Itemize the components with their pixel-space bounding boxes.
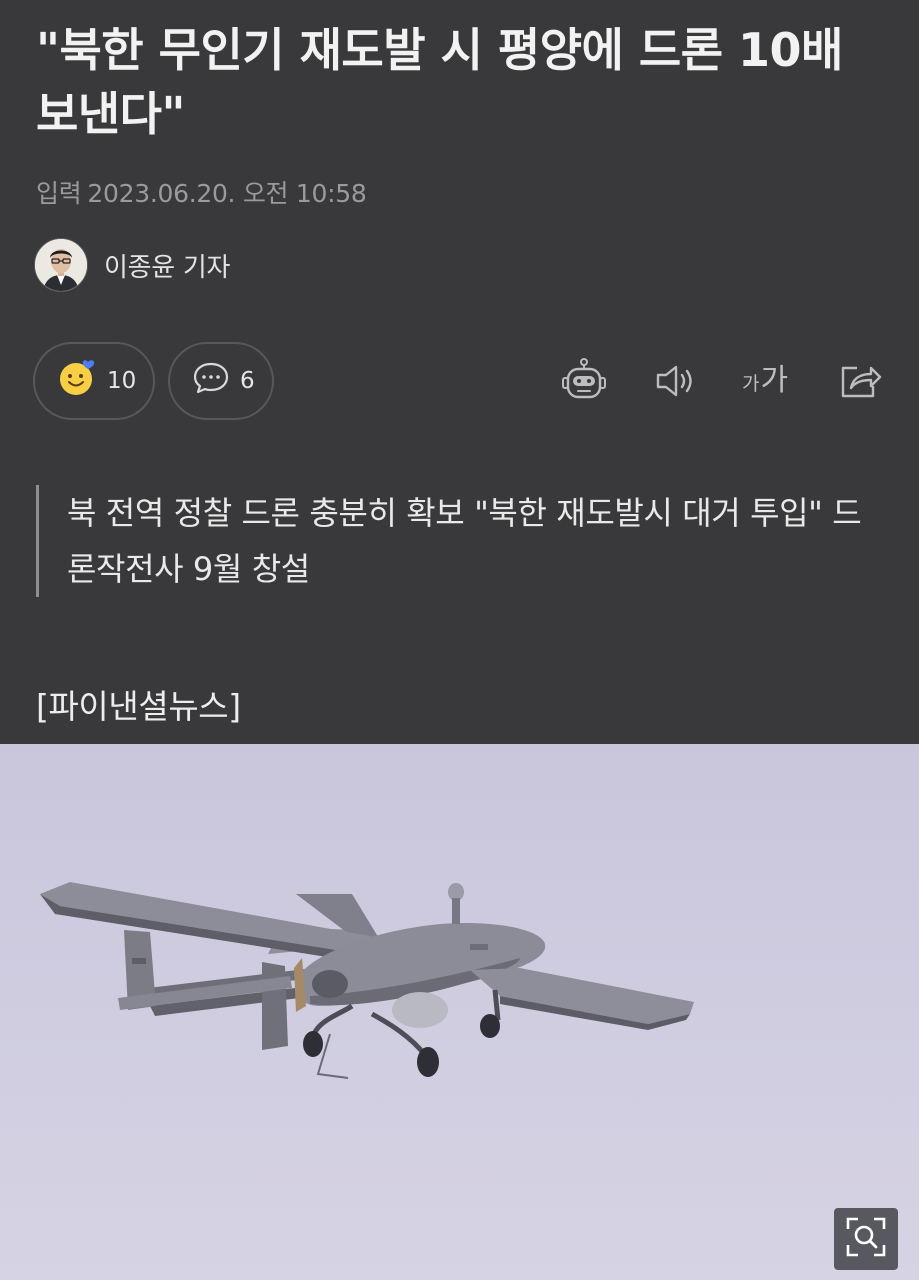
author-name[interactable]: 이종윤 기자 — [104, 247, 230, 284]
author-row[interactable]: 이종윤 기자 — [34, 238, 230, 292]
publish-date: 2023.06.20. 오전 10:58 — [87, 179, 367, 208]
speaker-icon[interactable] — [648, 352, 702, 410]
author-avatar[interactable] — [34, 238, 88, 292]
speech-bubble-icon — [192, 360, 230, 402]
publish-date-row: 입력 2023.06.20. 오전 10:58 — [36, 174, 367, 210]
reaction-button[interactable]: 10 — [33, 342, 155, 420]
news-source: [파이낸셜뉴스] — [36, 687, 241, 726]
font-size-large-label: 가 — [760, 363, 789, 398]
article-page: "북한 무인기 재도발 시 평양에 드론 10배 보낸다" 입력 2023.06.… — [0, 0, 919, 1280]
article-photo[interactable] — [0, 744, 919, 1280]
share-icon[interactable] — [833, 352, 887, 410]
publish-date-label: 입력 — [36, 179, 82, 208]
font-size-icon[interactable]: 가가 — [738, 352, 792, 410]
comment-count: 6 — [240, 368, 255, 394]
smiley-face-icon — [57, 358, 97, 404]
comment-button[interactable]: 6 — [168, 342, 274, 420]
article-summary: 북 전역 정찰 드론 충분히 확보 "북한 재도발시 대거 투입" 드론작전사 … — [36, 485, 876, 597]
reaction-count: 10 — [107, 368, 137, 394]
robot-icon[interactable] — [557, 352, 611, 410]
drone-illustration — [40, 882, 694, 1079]
photo-zoom-button[interactable] — [834, 1208, 898, 1270]
article-title: "북한 무인기 재도발 시 평양에 드론 10배 보낸다" — [36, 23, 843, 141]
zoom-icon — [844, 1215, 888, 1263]
font-size-small-label: 가 — [741, 373, 760, 395]
